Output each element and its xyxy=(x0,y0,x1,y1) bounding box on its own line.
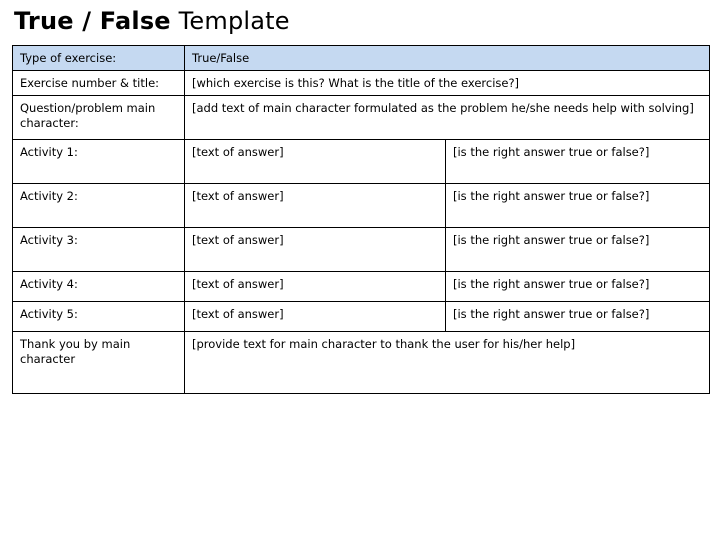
cell-answer-activity-3: [text of answer] xyxy=(184,227,446,272)
table-row: Activity 3: [text of answer] [is the rig… xyxy=(12,227,711,272)
cell-value-exercise-number-title: [which exercise is this? What is the tit… xyxy=(183,70,711,96)
cell-label-activity-5: Activity 5: xyxy=(12,301,185,332)
table-row: Exercise number & title: [which exercise… xyxy=(12,70,711,96)
cell-label-type-of-exercise: Type of exercise: xyxy=(12,45,185,71)
cell-truefalse-activity-1: [is the right answer true or false?] xyxy=(444,139,711,184)
cell-truefalse-activity-2: [is the right answer true or false?] xyxy=(444,183,711,228)
cell-truefalse-activity-4: [is the right answer true or false?] xyxy=(444,271,711,302)
page-title-regular: Template xyxy=(170,7,290,35)
table-row: Activity 4: [text of answer] [is the rig… xyxy=(12,271,711,302)
cell-answer-activity-2: [text of answer] xyxy=(184,183,446,228)
slide-canvas: True / False Template Type of exercise: … xyxy=(0,0,720,540)
table-row: Activity 2: [text of answer] [is the rig… xyxy=(12,183,711,228)
cell-answer-activity-5: [text of answer] xyxy=(184,301,446,332)
cell-truefalse-activity-5: [is the right answer true or false?] xyxy=(444,301,711,332)
cell-answer-activity-1: [text of answer] xyxy=(184,139,446,184)
page-title-bold: True / False xyxy=(14,7,171,35)
cell-label-activity-2: Activity 2: xyxy=(12,183,185,228)
cell-label-thank-you: Thank you by main character xyxy=(12,331,185,394)
cell-label-exercise-number-title: Exercise number & title: xyxy=(12,70,185,96)
cell-value-type-of-exercise: True/False xyxy=(183,45,711,71)
cell-label-question-problem: Question/problem main character: xyxy=(12,95,185,140)
table-row: Type of exercise: True/False xyxy=(12,45,711,71)
cell-value-question-problem: [add text of main character formulated a… xyxy=(183,95,711,140)
true-false-template-table: Type of exercise: True/False Exercise nu… xyxy=(12,45,711,394)
cell-label-activity-3: Activity 3: xyxy=(12,227,185,272)
table-row: Activity 5: [text of answer] [is the rig… xyxy=(12,301,711,332)
table-row: Thank you by main character [provide tex… xyxy=(12,331,711,394)
table-row: Question/problem main character: [add te… xyxy=(12,95,711,140)
cell-value-thank-you: [provide text for main character to than… xyxy=(183,331,711,394)
cell-label-activity-1: Activity 1: xyxy=(12,139,185,184)
table-body: Type of exercise: True/False Exercise nu… xyxy=(12,45,711,394)
page-title: True / False Template xyxy=(14,6,290,36)
cell-truefalse-activity-3: [is the right answer true or false?] xyxy=(444,227,711,272)
table-row: Activity 1: [text of answer] [is the rig… xyxy=(12,139,711,184)
cell-label-activity-4: Activity 4: xyxy=(12,271,185,302)
cell-answer-activity-4: [text of answer] xyxy=(184,271,446,302)
